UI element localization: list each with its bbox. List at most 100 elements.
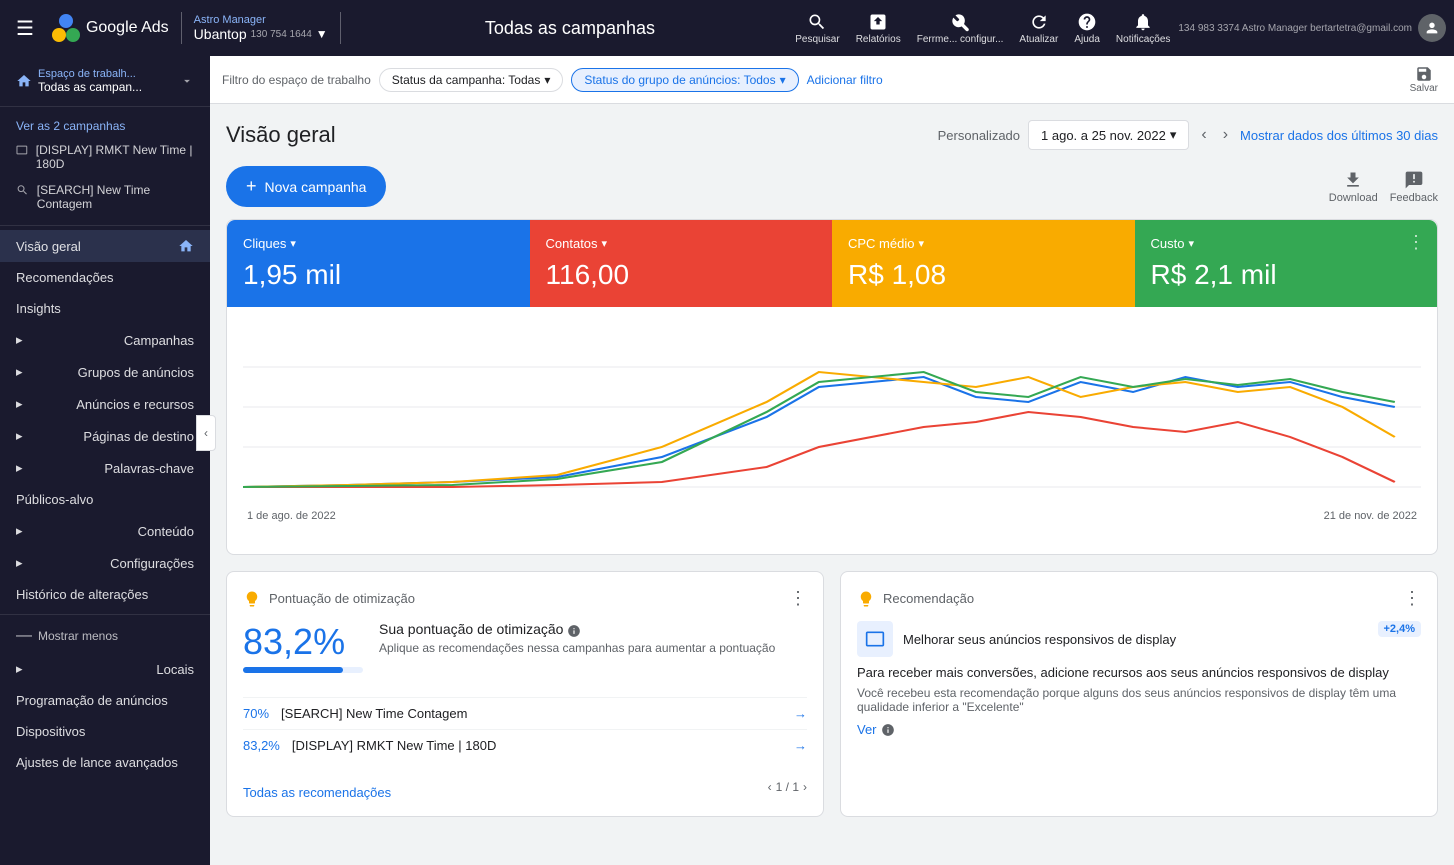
- avatar[interactable]: [1418, 14, 1446, 42]
- rec-title: Para receber mais conversões, adicione r…: [857, 665, 1421, 680]
- camp-arrow-search: →: [794, 706, 807, 721]
- add-filter-button[interactable]: Adicionar filtro: [807, 73, 883, 87]
- sidebar-item-recomendacoes[interactable]: Recomendações: [0, 262, 210, 293]
- recommendation-card: Recomendação ⋮ Melhorar seus anúncios re…: [840, 571, 1438, 817]
- campaign-opt-row-display[interactable]: 83,2% [DISPLAY] RMKT New Time | 180D →: [243, 729, 807, 761]
- new-campaign-button[interactable]: + Nova campanha: [226, 166, 386, 207]
- opt-card-more-button[interactable]: ⋮: [789, 588, 807, 609]
- metric-contatos-label: Contatos ▾: [546, 236, 817, 251]
- sidebar-item-configuracoes[interactable]: ▸ Configurações: [0, 547, 210, 579]
- sidebar-item-publicos[interactable]: Públicos-alvo: [0, 484, 210, 515]
- account-dropdown-icon[interactable]: ▼: [316, 27, 328, 41]
- workspace-dropdown-icon[interactable]: [180, 74, 194, 88]
- metric-contatos[interactable]: Contatos ▾ 116,00: [530, 220, 833, 307]
- feedback-icon: [1404, 170, 1424, 190]
- metric-dropdown-icon3: ▾: [918, 237, 924, 250]
- show-30-days-link[interactable]: Mostrar dados dos últimos 30 dias: [1240, 128, 1438, 143]
- date-range-text: 1 ago. a 25 nov. 2022: [1041, 128, 1166, 143]
- refresh-nav-item[interactable]: Atualizar: [1019, 12, 1058, 45]
- sidebar-item-anuncios[interactable]: ▸ Anúncios e recursos: [0, 388, 210, 420]
- opt-score-value: 83,2%: [243, 621, 363, 663]
- filter-bar: Filtro do espaço de trabalho Status da c…: [210, 56, 1454, 104]
- opt-card-header-left: Pontuação de otimização: [243, 590, 415, 608]
- feedback-toolbar-button[interactable]: Feedback: [1390, 170, 1438, 204]
- metric-dropdown-icon: ▾: [290, 237, 296, 250]
- ad-group-status-filter[interactable]: Status do grupo de anúncios: Todos ▾: [571, 68, 798, 92]
- rec-badge: +2,4%: [1378, 621, 1422, 637]
- sidebar-item-grupos[interactable]: ▸ Grupos de anúncios: [0, 356, 210, 388]
- metric-custo[interactable]: Custo ▾ R$ 2,1 mil ⋮: [1135, 220, 1438, 307]
- campaign-search-item[interactable]: [SEARCH] New Time Contagem: [0, 177, 210, 217]
- reports-nav-item[interactable]: Relatórios: [856, 12, 901, 45]
- account-id: 130 754 1644: [251, 29, 312, 40]
- sidebar-item-locais[interactable]: ▸ Locais: [0, 653, 210, 685]
- date-next-button[interactable]: ›: [1219, 122, 1232, 148]
- metric-dropdown-icon2: ▾: [602, 237, 608, 250]
- chart-labels: 1 de ago. de 2022 21 de nov. de 2022: [243, 510, 1421, 522]
- metric-cliques-value: 1,95 mil: [243, 259, 514, 291]
- sidebar-show-less-button[interactable]: — Mostrar menos: [0, 619, 210, 653]
- campaign-display-item[interactable]: [DISPLAY] RMKT New Time | 180D: [0, 137, 210, 177]
- opt-info-icon[interactable]: [567, 624, 581, 638]
- opt-score-bar: [243, 667, 363, 673]
- chart-start-label: 1 de ago. de 2022: [247, 510, 336, 522]
- all-recommendations-link[interactable]: Todas as recomendações: [243, 785, 391, 800]
- reports-icon: [868, 12, 888, 32]
- blue-line: [243, 377, 1395, 487]
- sidebar-item-visao-geral[interactable]: Visão geral: [0, 230, 210, 262]
- next-page-button[interactable]: ›: [803, 780, 807, 794]
- date-prev-button[interactable]: ‹: [1197, 122, 1210, 148]
- search-nav-item[interactable]: Pesquisar: [795, 12, 839, 45]
- download-button[interactable]: Download: [1329, 170, 1378, 204]
- sidebar-collapse-button[interactable]: ‹: [196, 415, 216, 451]
- rec-item-header: Melhorar seus anúncios responsivos de di…: [857, 621, 1176, 657]
- sidebar-item-insights[interactable]: Insights: [0, 293, 210, 324]
- user-area[interactable]: 134 983 3374 Astro Manager bertartetra@g…: [1178, 14, 1446, 42]
- help-icon: [1077, 12, 1097, 32]
- account-selector[interactable]: Astro Manager Ubantop 130 754 1644 ▼: [194, 14, 328, 42]
- rec-card-more-button[interactable]: ⋮: [1403, 588, 1421, 609]
- sidebar-item-campanhas[interactable]: ▸ Campanhas: [0, 324, 210, 356]
- sidebar-item-historico[interactable]: Histórico de alterações: [0, 579, 210, 610]
- arrow-icon: ▸: [16, 332, 23, 348]
- arrow-icon5: ▸: [16, 460, 23, 476]
- rec-display-icon: [865, 629, 885, 649]
- arrow-icon6: ▸: [16, 523, 23, 539]
- rec-card-header-left: Recomendação: [857, 590, 974, 608]
- help-nav-item[interactable]: Ajuda: [1074, 12, 1100, 45]
- see-all-campaigns-link[interactable]: Ver as 2 campanhas: [0, 115, 210, 137]
- sidebar-item-conteudo[interactable]: ▸ Conteúdo: [0, 515, 210, 547]
- campaign-opt-row-search[interactable]: 70% [SEARCH] New Time Contagem →: [243, 697, 807, 729]
- tools-nav-item[interactable]: Ferrme... configur...: [917, 12, 1004, 45]
- sidebar-item-paginas[interactable]: ▸ Páginas de destino: [0, 420, 210, 452]
- sidebar-item-ajustes[interactable]: Ajustes de lance avançados: [0, 747, 210, 778]
- date-picker[interactable]: 1 ago. a 25 nov. 2022 ▾: [1028, 120, 1189, 150]
- notifications-nav-item[interactable]: Notificações: [1116, 12, 1170, 45]
- metric-more-button[interactable]: ⋮: [1407, 232, 1425, 253]
- camp-arrow-display: →: [794, 738, 807, 753]
- rec-see-link[interactable]: Ver: [857, 722, 877, 737]
- metric-cpc[interactable]: CPC médio ▾ R$ 1,08: [832, 220, 1135, 307]
- campaign-status-filter[interactable]: Status da campanha: Todas ▾: [379, 68, 564, 92]
- sidebar-item-palavras[interactable]: ▸ Palavras-chave: [0, 452, 210, 484]
- menu-icon[interactable]: ☰: [8, 8, 42, 49]
- prev-page-button[interactable]: ‹: [768, 780, 772, 794]
- save-button[interactable]: Salvar: [1406, 61, 1442, 98]
- sidebar-item-programacao[interactable]: Programação de anúncios: [0, 685, 210, 716]
- rec-info-icon[interactable]: [881, 723, 895, 737]
- metric-cpc-value: R$ 1,08: [848, 259, 1119, 291]
- refresh-icon: [1029, 12, 1049, 32]
- arrow-icon8: ▸: [16, 661, 23, 677]
- metric-cliques[interactable]: Cliques ▾ 1,95 mil: [227, 220, 530, 307]
- bottom-cards: Pontuação de otimização ⋮ 83,2% Sua pont…: [226, 571, 1438, 817]
- nav-icons: Pesquisar Relatórios Ferrme... configur.…: [795, 12, 1170, 45]
- pagination: ‹ 1 / 1 ›: [768, 780, 807, 794]
- date-label: Personalizado: [938, 128, 1020, 143]
- toolbar: + Nova campanha Download Feedback: [226, 166, 1438, 207]
- help-nav-label: Ajuda: [1074, 34, 1100, 45]
- display-campaign-icon: [16, 143, 28, 157]
- sidebar-item-dispositivos[interactable]: Dispositivos: [0, 716, 210, 747]
- page-header: Visão geral Personalizado 1 ago. a 25 no…: [226, 120, 1438, 150]
- page-header-right: Personalizado 1 ago. a 25 nov. 2022 ▾ ‹ …: [938, 120, 1438, 150]
- workspace-section[interactable]: Espaço de trabalh... Todas as campan...: [0, 56, 210, 107]
